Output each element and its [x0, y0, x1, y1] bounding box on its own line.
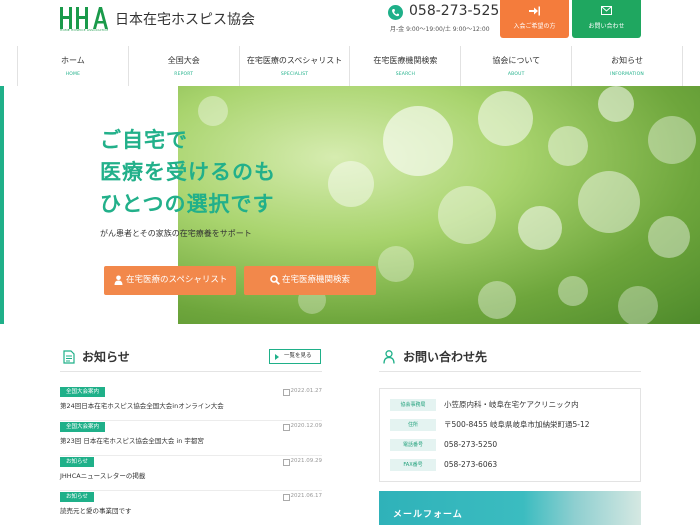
phone-icon — [388, 5, 403, 20]
specialist-button-label: 在宅医療のスペシャリスト — [126, 275, 228, 285]
sign-in-icon — [529, 6, 540, 16]
news-text[interactable]: 読売元と愛の事業団です — [60, 505, 132, 515]
document-icon — [63, 350, 75, 364]
news-date: 2022.01.27 — [282, 388, 322, 396]
nav-item-about[interactable]: 協会について ABOUT — [460, 46, 571, 86]
nav-item-information[interactable]: お知らせ INFORMATION — [571, 46, 683, 86]
mail-form-banner[interactable]: メールフォーム — [379, 491, 641, 525]
nav-sublabel: HOME — [65, 72, 81, 77]
news-item[interactable]: 全国大会案内 2020.12.09 第23回 日本在宅ホスピス協会全国大会 in… — [60, 421, 322, 456]
user-icon — [114, 275, 123, 285]
contact-heading: お問い合わせ先 — [403, 350, 488, 364]
news-tag: お知らせ — [60, 492, 94, 502]
business-hours: 月-金 9:00〜19:00/土 9:00〜12:00 — [390, 26, 490, 33]
news-date: 2021.09.29 — [282, 458, 322, 466]
hero-subtitle: がん患者とその家族の在宅療養をサポート — [100, 229, 252, 238]
contact-label: FAX番号 — [390, 459, 436, 471]
news-item[interactable]: お知らせ 2021.09.29 JHHCAニュースレターの掲載 — [60, 456, 322, 491]
nav-label: 協会について — [492, 56, 541, 65]
logo-subtitle: HOME HOSPICE ASSOCIATION — [60, 28, 108, 32]
news-more-link[interactable]: 一覧を見る — [269, 349, 321, 364]
news-text[interactable]: 第23回 日本在宅ホスピス協会全国大会 in 宇都宮 — [60, 435, 204, 445]
contact-value[interactable]: 058-273-5250 — [444, 438, 497, 452]
contact-value: 058-273-6063 — [444, 460, 498, 469]
hero-catch-line-3: ひとつの選択です — [100, 192, 275, 216]
hero-accent-bar — [0, 86, 4, 324]
user-icon — [383, 350, 395, 364]
nav-label: 在宅医療のスペシャリスト — [246, 56, 343, 65]
hha-logo[interactable] — [60, 7, 108, 29]
news-divider — [60, 371, 322, 372]
contact-label: 協会事務局 — [390, 399, 436, 411]
search-icon — [270, 275, 280, 285]
contact-button[interactable]: お問い合わせ — [572, 0, 641, 38]
contact-label: 住所 — [390, 419, 436, 431]
nav-sublabel: INFORMATION — [610, 72, 644, 77]
hero-catch-line-1: ご自宅で — [100, 128, 188, 152]
envelope-icon — [601, 6, 612, 15]
mail-form-title: メールフォーム — [393, 510, 463, 520]
site-name[interactable]: 日本在宅ホスピス協会 — [115, 9, 255, 29]
news-tag: お知らせ — [60, 457, 94, 467]
nav-sublabel: SPECIALIST — [280, 72, 309, 77]
search-button-label: 在宅医療機関検索 — [282, 275, 351, 285]
nav-item-search[interactable]: 在宅医療機関検索 SEARCH — [349, 46, 460, 86]
nav-sublabel: SEARCH — [395, 72, 416, 77]
news-date: 2020.12.09 — [282, 423, 322, 431]
nav-sublabel: ABOUT — [507, 72, 525, 77]
contact-value: 〒500-8455 岐阜県岐阜市加納栄町通5-12 — [444, 420, 590, 429]
contact-info-box: 協会事務局 小笠原内科・岐阜在宅ケアクリニック内 住所 〒500-8455 岐阜… — [379, 388, 641, 482]
join-button-label: 入会ご希望の方 — [513, 23, 556, 30]
contact-value: 小笠原内科・岐阜在宅ケアクリニック内 — [444, 400, 579, 409]
news-list: 全国大会案内 2022.01.27 第24回日本在宅ホスピス協会全国大会inオン… — [60, 386, 322, 525]
contact-button-label: お問い合わせ — [588, 23, 625, 30]
news-item[interactable]: 全国大会案内 2022.01.27 第24回日本在宅ホスピス協会全国大会inオン… — [60, 386, 322, 421]
main-nav: ホーム HOME 全国大会 REPORT 在宅医療のスペシャリスト SPECIA… — [17, 46, 683, 86]
header-phone-number[interactable]: 058-273-5250 — [409, 3, 508, 19]
news-text[interactable]: 第24回日本在宅ホスピス協会全国大会inオンライン大会 — [60, 400, 224, 410]
news-tag: 全国大会案内 — [60, 422, 106, 432]
nav-item-home[interactable]: ホーム HOME — [17, 46, 128, 86]
nav-sublabel: REPORT — [174, 72, 194, 77]
contact-divider — [379, 371, 641, 372]
contact-label: 電話番号 — [390, 439, 436, 451]
news-date: 2021.06.17 — [282, 493, 322, 501]
news-tag: 全国大会案内 — [60, 387, 106, 397]
news-heading: お知らせ — [82, 350, 130, 364]
join-button[interactable]: 入会ご希望の方 — [500, 0, 569, 38]
nav-item-specialist[interactable]: 在宅医療のスペシャリスト SPECIALIST — [238, 46, 350, 86]
news-text[interactable]: JHHCAニュースレターの掲載 — [60, 470, 145, 480]
site-header: HOME HOSPICE ASSOCIATION 日本在宅ホスピス協会 058-… — [0, 0, 700, 44]
hero-catch-line-2: 医療を受けるのも — [100, 160, 276, 184]
nav-item-report[interactable]: 全国大会 REPORT — [127, 46, 239, 86]
nav-label: ホーム — [61, 56, 85, 65]
specialist-button[interactable]: 在宅医療のスペシャリスト — [104, 266, 236, 295]
nav-label: お知らせ — [611, 56, 643, 65]
search-button[interactable]: 在宅医療機関検索 — [244, 266, 376, 295]
news-item[interactable]: お知らせ 2021.06.17 読売元と愛の事業団です — [60, 491, 322, 525]
hero-catchphrase: ご自宅で 医療を受けるのも ひとつの選択です — [100, 124, 276, 220]
hero-section: ご自宅で 医療を受けるのも ひとつの選択です がん患者とその家族の在宅療養をサポ… — [0, 86, 700, 324]
nav-label: 在宅医療機関検索 — [373, 56, 438, 65]
nav-label: 全国大会 — [167, 56, 200, 65]
